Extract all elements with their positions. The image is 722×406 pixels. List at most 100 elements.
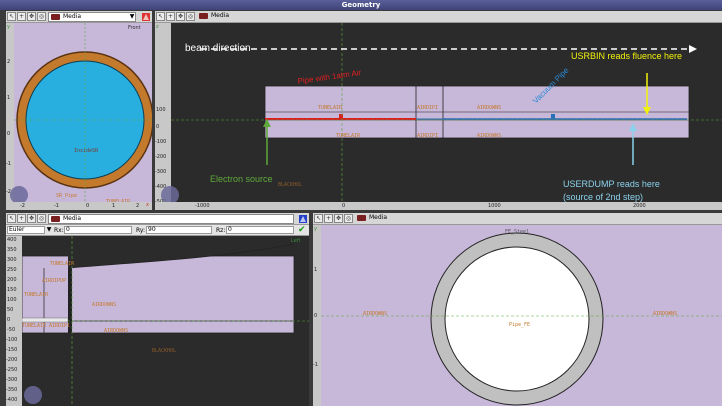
detail-view-pane[interactable]: ↖ + ✥ ◎ Media y 1 0 -1 FE_Steel AIRDOWNS… bbox=[313, 213, 722, 406]
zoom-tool-icon[interactable]: + bbox=[324, 214, 333, 223]
tick: -400 bbox=[6, 397, 18, 403]
select-tool-icon[interactable]: ↖ bbox=[156, 12, 165, 21]
region-label: AIRDIPUP bbox=[42, 278, 67, 284]
tick: 400 bbox=[7, 237, 17, 243]
region-label: BLACKHOL bbox=[278, 182, 303, 188]
rotate-tool-icon[interactable]: ◎ bbox=[344, 214, 353, 223]
top-ruler-x: -1000 0 1000 2000 bbox=[155, 202, 722, 210]
region-label: Pipe_FE bbox=[509, 322, 531, 328]
tick: 200 bbox=[7, 277, 17, 283]
tick: 0 bbox=[7, 131, 11, 137]
front-ruler-x: -2 -1 0 1 2 x bbox=[6, 202, 152, 210]
tick: -250 bbox=[6, 367, 18, 373]
left-toolbar: ↖ + ✥ ◎ Media bbox=[6, 213, 309, 225]
region-label: TUNELAIR bbox=[318, 105, 343, 111]
tick: x bbox=[146, 202, 149, 208]
usrbin-annotation: USRBIN reads fluence here bbox=[571, 51, 683, 61]
tick: 1 bbox=[112, 203, 116, 209]
tick: 50 bbox=[7, 307, 14, 313]
ry-label: Ry: bbox=[136, 227, 145, 234]
select-tool-icon[interactable]: ↖ bbox=[314, 214, 323, 223]
detail-canvas[interactable]: y 1 0 -1 FE_Steel AIRDOWNS Pipe_FE AIRDO… bbox=[313, 225, 722, 406]
tick: 100 bbox=[156, 107, 166, 113]
tick: -1000 bbox=[195, 203, 210, 209]
layer-select[interactable]: Media bbox=[48, 12, 136, 22]
zoom-tool-icon[interactable]: + bbox=[17, 214, 26, 223]
zoom-tool-icon[interactable]: + bbox=[166, 12, 175, 21]
rx-label: Rx: bbox=[54, 227, 64, 234]
tick: 2000 bbox=[633, 203, 646, 209]
rotation-mode-select[interactable]: Euler bbox=[7, 226, 45, 234]
left-canvas[interactable]: 400 350 300 250 200 150 100 50 0 -50 -10… bbox=[6, 236, 309, 406]
tick: -150 bbox=[6, 347, 18, 353]
top-ruler-y: z 100 0 -100 -200 -300 -400 -500 bbox=[155, 23, 171, 210]
tick: -300 bbox=[6, 377, 18, 383]
electron-source-annotation: Electron source bbox=[210, 174, 273, 184]
region-label: BLACKHOL bbox=[152, 348, 177, 354]
tick: 0 bbox=[342, 203, 346, 209]
region-label: AIRDIPI bbox=[417, 133, 439, 139]
axis-gizmo-icon bbox=[24, 386, 42, 404]
layer-select[interactable]: Media bbox=[355, 214, 401, 224]
tick: 150 bbox=[7, 287, 17, 293]
tick: 300 bbox=[7, 257, 17, 263]
region-label: AIRDOWNS bbox=[363, 311, 388, 317]
region-label: TUNELAIR bbox=[336, 133, 361, 139]
rz-label: Rz: bbox=[216, 227, 226, 234]
view-label: Left bbox=[291, 238, 301, 244]
tick: 2 bbox=[136, 203, 140, 209]
region-label: AIRDOWNS bbox=[92, 302, 117, 308]
pan-tool-icon[interactable]: ✥ bbox=[27, 12, 36, 21]
layer-icon bbox=[51, 14, 60, 20]
select-tool-icon[interactable]: ↖ bbox=[7, 214, 16, 223]
tick: 250 bbox=[7, 267, 17, 273]
front-canvas[interactable]: y 2 1 0 -1 -2 Front InsideSR SR_Pipe TUN… bbox=[6, 23, 152, 210]
region-label: TUNELAIR bbox=[50, 261, 75, 267]
layer-icon bbox=[199, 13, 208, 19]
ry-field[interactable]: 90 bbox=[146, 226, 212, 234]
rotate-tool-icon[interactable]: ◎ bbox=[37, 214, 46, 223]
top-view-pane[interactable]: ↖ + ✥ ◎ Media z 100 0 -100 -200 -300 -40… bbox=[155, 11, 722, 210]
tick: -200 bbox=[155, 154, 167, 160]
select-tool-icon[interactable]: ↖ bbox=[7, 12, 16, 21]
detail-ruler-y: y 1 0 -1 bbox=[313, 225, 321, 406]
tick: 350 bbox=[7, 247, 17, 253]
layer-label: Media bbox=[211, 12, 230, 19]
front-view-pane[interactable]: ↖ + ✥ ◎ Media ▼ y 2 1 0 -1 -2 Front Insi… bbox=[6, 11, 152, 210]
layer-label: Media bbox=[63, 13, 82, 20]
layer-icon bbox=[357, 215, 366, 221]
region-label: Front bbox=[128, 25, 141, 31]
rotation-row: Euler ▼ Rx: 0 Ry: 90 Rz: 0 ✔ bbox=[6, 225, 309, 236]
chevron-down-icon[interactable]: ▼ bbox=[45, 225, 53, 235]
rotate-tool-icon[interactable]: ◎ bbox=[186, 12, 195, 21]
window-title: Geometry bbox=[0, 0, 722, 10]
tick: -100 bbox=[155, 139, 167, 145]
tick: -350 bbox=[6, 387, 18, 393]
rotate-tool-icon[interactable]: ◎ bbox=[37, 12, 46, 21]
pan-tool-icon[interactable]: ✥ bbox=[27, 214, 36, 223]
chevron-down-icon[interactable]: ▼ bbox=[128, 12, 136, 22]
region-label: AIRDOWNS bbox=[477, 133, 502, 139]
apply-check-icon[interactable]: ✔ bbox=[298, 225, 306, 235]
top-canvas[interactable]: z 100 0 -100 -200 -300 -400 -500 TUNELAI… bbox=[155, 23, 722, 210]
detail-toolbar: ↖ + ✥ ◎ Media bbox=[313, 213, 722, 225]
front-toolbar: ↖ + ✥ ◎ Media ▼ bbox=[6, 11, 152, 23]
region-label: FE_Steel bbox=[505, 229, 530, 235]
tick: y bbox=[314, 226, 317, 232]
layer-select[interactable]: Media bbox=[197, 12, 243, 22]
region-label: AIRDOWNS bbox=[104, 328, 129, 334]
tick: y bbox=[7, 24, 10, 30]
left-view-pane[interactable]: ↖ + ✥ ◎ Media Euler ▼ Rx: 0 Ry: 90 Rz: 0… bbox=[6, 213, 309, 406]
region-label: TUNELAIR bbox=[22, 323, 47, 329]
tick: -200 bbox=[6, 357, 18, 363]
pan-tool-icon[interactable]: ✥ bbox=[334, 214, 343, 223]
pan-tool-icon[interactable]: ✥ bbox=[176, 12, 185, 21]
layer-icon bbox=[51, 216, 60, 222]
userdump-annotation: (source of 2nd step) bbox=[563, 192, 644, 202]
rx-field[interactable]: 0 bbox=[64, 226, 132, 234]
zoom-tool-icon[interactable]: + bbox=[17, 12, 26, 21]
tick: 1 bbox=[7, 95, 11, 101]
rz-field[interactable]: 0 bbox=[226, 226, 294, 234]
layer-select[interactable]: Media bbox=[48, 214, 294, 224]
tick: -1 bbox=[54, 203, 59, 209]
